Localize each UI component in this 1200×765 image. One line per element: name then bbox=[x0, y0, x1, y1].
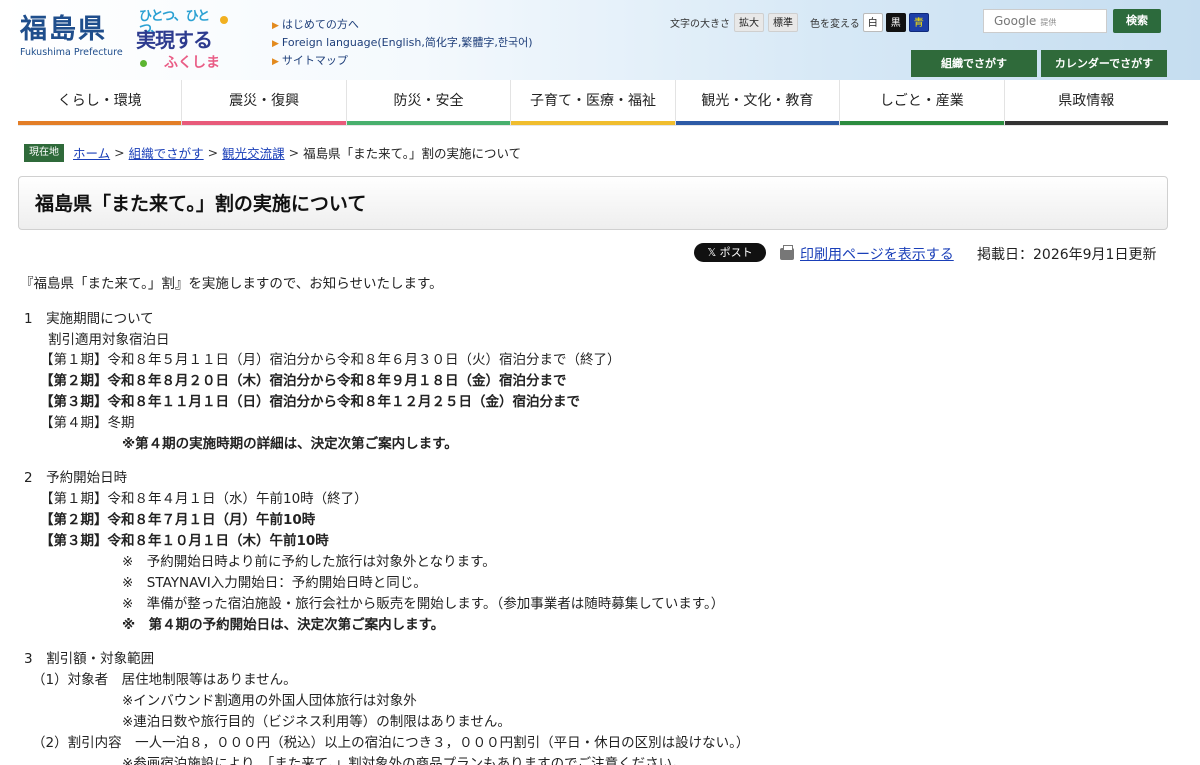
period-2: 【第２期】令和８年８月２０日（木）宿泊分から令和８年９月１８日（金）宿泊分まで bbox=[40, 373, 567, 389]
header-links: ▶ はじめての方へ ▶ Foreign language(English,简化字,繁… bbox=[272, 16, 533, 70]
reservation-note-1: ※ 予約開始日時より前に予約した旅行は対象外となります。 bbox=[122, 554, 496, 570]
discount-text: （2）割引内容 一人一泊８，０００円（税込）以上の宿泊につき３，０００円割引（平… bbox=[32, 735, 750, 751]
reservation-2: 【第２期】令和８年７月１日（月）午前10時 bbox=[40, 512, 316, 528]
link-first-visit[interactable]: ▶ はじめての方へ bbox=[272, 16, 533, 34]
org-search-button[interactable]: 組織でさがす bbox=[911, 50, 1037, 77]
nav-item-7[interactable]: 県政情報 bbox=[1003, 80, 1168, 125]
slogan-line-2: 実現する bbox=[136, 28, 213, 52]
nav-item-label: 県政情報 bbox=[1058, 93, 1115, 109]
breadcrumb: 現在地 ホーム > 組織でさがす > 観光交流課 > 福島県「また来て。」割の実… bbox=[24, 143, 521, 162]
print-page-link[interactable]: 印刷用ページを表示する bbox=[780, 244, 954, 264]
page-title-box: 福島県「また来て。」割の実施について bbox=[18, 176, 1168, 230]
slogan-line-3: ふくしま bbox=[164, 55, 220, 71]
search-input[interactable]: Google 提供 bbox=[983, 9, 1107, 33]
nav-color-bar bbox=[840, 121, 1004, 125]
target-note-2: ※連泊日数や旅行目的（ビジネス利用等）の制限はありません。 bbox=[122, 714, 511, 730]
x-post-button[interactable]: 𝕏 ポスト bbox=[694, 243, 766, 262]
slogan-dot bbox=[140, 60, 147, 67]
breadcrumb-tourism[interactable]: 観光交流課 bbox=[222, 143, 285, 162]
page-title: 福島県「また来て。」割の実施について bbox=[35, 193, 367, 215]
font-standard-button[interactable]: 標準 bbox=[768, 12, 798, 32]
nav-color-bar bbox=[511, 121, 675, 125]
triangle-icon: ▶ bbox=[272, 57, 279, 67]
discount-note: ※参画宿泊施設により、「また来て。」割対象外の商品プランもありますのでご注意くだ… bbox=[122, 756, 686, 765]
breadcrumb-current: 福島県「また来て。」割の実施について bbox=[303, 146, 522, 161]
reservation-3: 【第３期】令和８年１０月１日（木）午前10時 bbox=[40, 533, 329, 549]
section-3-heading: 3 割引額・対象範囲 bbox=[24, 651, 155, 667]
breadcrumb-tag: 現在地 bbox=[24, 143, 64, 162]
printer-icon bbox=[780, 245, 794, 260]
color-white-button[interactable]: 白 bbox=[862, 12, 883, 32]
color-black-button[interactable]: 黒 bbox=[885, 12, 906, 32]
breadcrumb-org[interactable]: 組織でさがす bbox=[129, 143, 204, 162]
nav-item-5[interactable]: 観光・文化・教育 bbox=[674, 80, 840, 125]
nav-color-bar bbox=[18, 121, 182, 125]
nav-item-label: 観光・文化・教育 bbox=[701, 93, 814, 109]
section-1-subheading: 割引適用対象宿泊日 bbox=[48, 332, 170, 348]
target-note-1: ※インバウンド割適用の外国人団体旅行は対象外 bbox=[122, 693, 417, 709]
nav-color-bar bbox=[675, 121, 840, 125]
breadcrumb-home[interactable]: ホーム bbox=[73, 143, 110, 162]
color-blue-button[interactable]: 青 bbox=[908, 12, 929, 32]
global-nav: くらし・環境 震災・復興 防災・安全 子育て・医療・福祉 観光・文化・教育 しごと・産業 県… bbox=[18, 80, 1168, 126]
reservation-note-3: ※ 準備が整った宿泊施設・旅行会社から販売を開始します。（参加事業者は随時募集し… bbox=[122, 596, 725, 612]
nav-item-6[interactable]: しごと・産業 bbox=[839, 80, 1004, 125]
period-3: 【第３期】令和８年１１月１日（日）宿泊分から令和８年１２月２５日（金）宿泊分まで bbox=[40, 394, 580, 410]
font-size-label: 文字の大きさ bbox=[670, 18, 730, 30]
calendar-search-button[interactable]: カレンダーでさがす bbox=[1041, 50, 1167, 77]
reservation-note-4: ※ 第４期の予約開始日は、決定次第ご案内します。 bbox=[122, 617, 445, 633]
color-change-label: 色を変える bbox=[810, 18, 860, 30]
search-button[interactable]: 検索 bbox=[1113, 9, 1161, 33]
nav-item-3[interactable]: 防災・安全 bbox=[345, 80, 511, 125]
triangle-icon: ▶ bbox=[272, 39, 279, 49]
nav-item-label: 子育て・医療・福祉 bbox=[529, 93, 656, 109]
logo-text: 福島県 bbox=[20, 14, 107, 45]
section-2-heading: 2 予約開始日時 bbox=[24, 470, 128, 486]
section-1-heading: 1 実施期間について bbox=[24, 311, 154, 327]
intro-text: 『福島県「また来て。」割』を実施しますので、お知らせいたします。 bbox=[20, 276, 443, 292]
nav-item-label: 防災・安全 bbox=[393, 93, 464, 109]
nav-item-label: 震災・復興 bbox=[229, 93, 300, 109]
logo-subtext: Fukushima Prefecture bbox=[20, 47, 123, 58]
nav-color-bar bbox=[1004, 121, 1168, 125]
publish-date: 掲載日：2026年9月1日更新 bbox=[977, 247, 1157, 263]
reservation-note-2: ※ STAYNAVI入力開始日：予約開始日時と同じ。 bbox=[122, 575, 427, 591]
link-foreign-language[interactable]: ▶ Foreign language(English,简化字,繁體字,한국어) bbox=[272, 34, 533, 52]
link-sitemap[interactable]: ▶ サイトマップ bbox=[272, 52, 533, 70]
period-4-note: ※第４期の実施時期の詳細は、決定次第ご案内します。 bbox=[122, 436, 458, 452]
site-header: 福島県 Fukushima Prefecture ひとつ、ひとつ、 実現する ふ… bbox=[0, 0, 1200, 80]
nav-item-2[interactable]: 震災・復興 bbox=[181, 80, 346, 125]
nav-item-label: しごと・産業 bbox=[879, 93, 964, 109]
nav-color-bar bbox=[182, 121, 346, 125]
nav-item-4[interactable]: 子育て・医療・福祉 bbox=[510, 80, 675, 125]
period-1: 【第１期】令和８年５月１１日（月）宿泊分から令和８年６月３０日（火）宿泊分まで（… bbox=[40, 352, 621, 368]
nav-item-1[interactable]: くらし・環境 bbox=[18, 80, 182, 125]
accessibility-tools: 文字の大きさ 拡大 標準 色を変える 白 黒 青 bbox=[670, 12, 929, 32]
target-text: （1）対象者 居住地制限等はありません。 bbox=[32, 672, 297, 688]
nav-color-bar bbox=[346, 121, 511, 125]
reservation-1: 【第１期】令和８年４月１日（水）午前10時（終了） bbox=[40, 491, 368, 507]
period-4: 【第４期】冬期 bbox=[40, 415, 135, 431]
slogan-logo: ひとつ、ひとつ、 実現する ふくしま bbox=[136, 6, 230, 74]
triangle-icon: ▶ bbox=[272, 21, 279, 31]
nav-item-label: くらし・環境 bbox=[57, 93, 142, 109]
site-logo[interactable]: 福島県 Fukushima Prefecture bbox=[20, 14, 123, 58]
font-enlarge-button[interactable]: 拡大 bbox=[734, 12, 764, 32]
